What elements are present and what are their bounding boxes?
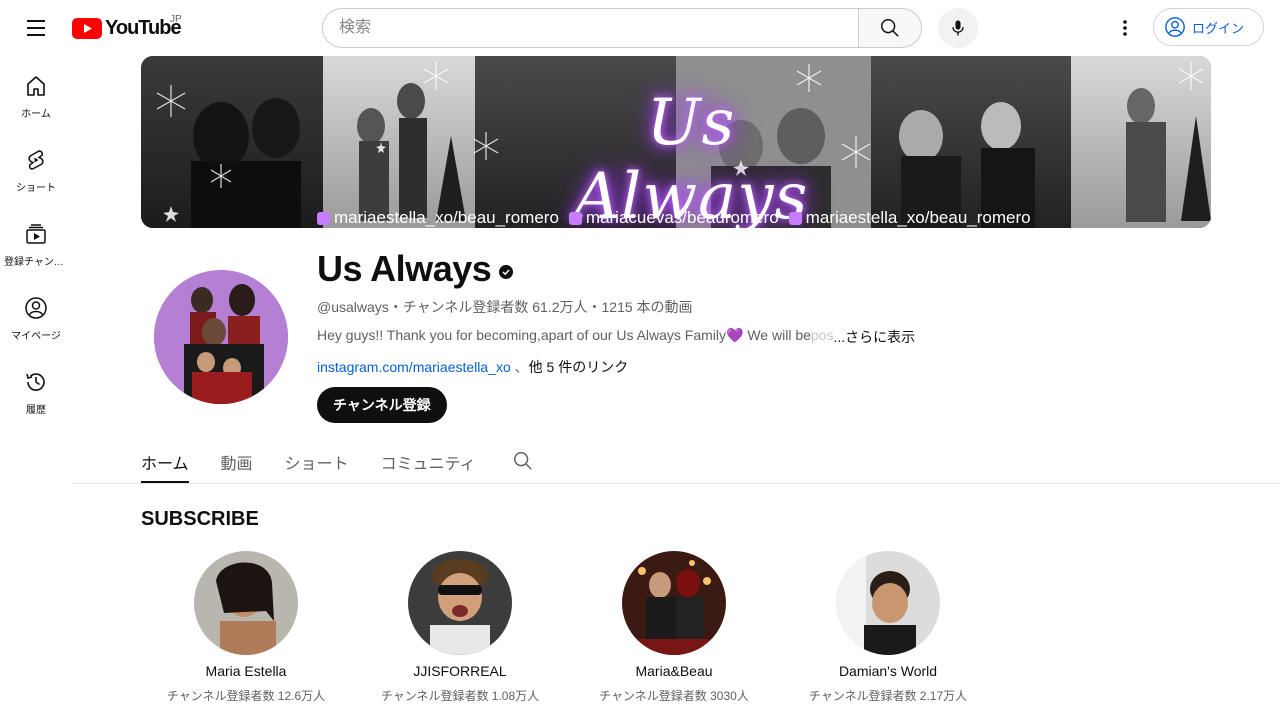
channel-name[interactable]: JJISFORREAL (413, 663, 506, 679)
account-circle-icon (1165, 17, 1185, 37)
channel-avatar[interactable] (836, 551, 940, 655)
channel-avatar[interactable] (408, 551, 512, 655)
search-bar (322, 8, 922, 48)
region-code: JP (170, 14, 182, 25)
avatar-photo (194, 551, 298, 655)
youtube-logo[interactable]: YouTube (72, 17, 182, 40)
channel-search-button[interactable] (512, 440, 534, 483)
checkmark-icon (502, 269, 510, 276)
voice-search-button[interactable] (938, 8, 978, 48)
tab-community[interactable]: コミュニティ (381, 440, 476, 483)
description-fade: pos (810, 327, 834, 343)
instagram-icon (317, 211, 330, 225)
channel-links: instagram.com/mariaestella_xo 、他 5 件のリンク (317, 357, 628, 377)
subscriptions-icon (26, 224, 46, 244)
tabs-divider (72, 483, 1280, 484)
avatar-photo (408, 551, 512, 655)
home-icon (27, 76, 45, 96)
description-text: Hey guys!! Thank you for becoming,apart … (317, 327, 811, 343)
avatar-photo (836, 551, 940, 655)
featured-channel-card: Maria Estella チャンネル登録者数 12.6万人 (139, 551, 353, 704)
avatar-photo (622, 551, 726, 655)
featured-channel-card: Maria&Beau チャンネル登録者数 3030人 (567, 551, 781, 704)
channel-avatar[interactable] (622, 551, 726, 655)
sidebar-item-home[interactable]: ホーム (0, 56, 72, 130)
search-input[interactable] (322, 8, 858, 48)
sidebar-item-you[interactable]: マイページ (0, 278, 72, 352)
sidebar: ホーム ショート 登録チャンネル マイページ 履歴 (0, 56, 72, 426)
you-icon (25, 297, 47, 319)
sidebar-item-label: 履歴 (26, 405, 46, 416)
section-title: SUBSCRIBE (141, 508, 259, 530)
history-icon (26, 373, 45, 391)
subscriber-count: チャンネル登録者数 12.6万人 (166, 689, 326, 703)
channel-tabs: ホーム 動画 ショート コミュニティ (141, 440, 534, 483)
microphone-icon (952, 20, 964, 36)
channel-name: Us Always (317, 248, 514, 290)
banner-handle: mariaestella_xo/beau_romero (788, 208, 1031, 228)
verified-badge-icon (499, 265, 514, 279)
login-label: ログイン (1192, 20, 1245, 36)
banner-handle: mariaestella_xo/beau_romero (317, 208, 559, 228)
youtube-play-icon (72, 18, 102, 39)
search-icon (881, 19, 899, 37)
channel-avatar[interactable] (194, 551, 298, 655)
tab-shorts[interactable]: ショート (285, 440, 349, 483)
search-icon (513, 452, 532, 470)
shorts-icon (28, 150, 44, 170)
sidebar-item-label: ホーム (21, 109, 51, 120)
channel-description[interactable]: Hey guys!! Thank you for becoming,apart … (317, 327, 915, 347)
banner-handle: mariacuevas/beauromero (568, 208, 779, 228)
other-links[interactable]: 他 5 件のリンク (529, 359, 629, 375)
channel-meta: @usalways・チャンネル登録者数 61.2万人・1215 本の動画 (317, 299, 693, 315)
sidebar-item-shorts[interactable]: ショート (0, 130, 72, 204)
channel-avatar (154, 270, 288, 404)
tab-videos[interactable]: 動画 (221, 440, 253, 483)
instagram-icon (788, 211, 802, 225)
banner-handle-text: mariaestella_xo/beau_romero (334, 208, 559, 227)
channel-name[interactable]: Maria Estella (206, 663, 287, 679)
tab-home[interactable]: ホーム (141, 440, 189, 483)
channel-banner: Us Always mariaestella_xo/beau_romero ma… (141, 56, 1211, 228)
channel-name[interactable]: Maria&Beau (635, 663, 712, 679)
settings-more-button[interactable] (1105, 8, 1145, 48)
link-separator: 、 (510, 359, 529, 375)
show-more-link[interactable]: ...さらに表示 (833, 327, 915, 347)
banner-handle-text: mariacuevas/beauromero (585, 208, 779, 227)
banner-title: Us Always (573, 86, 809, 228)
subscribe-button[interactable]: チャンネル登録 (317, 387, 447, 423)
snapchat-icon (568, 211, 582, 225)
top-bar: YouTube JP ログイン (0, 0, 1280, 56)
login-button[interactable]: ログイン (1153, 8, 1264, 46)
sidebar-item-label: ショート (16, 183, 56, 194)
channel-name-text: Us Always (317, 248, 492, 289)
banner-handle-text: mariaestella_xo/beau_romero (805, 208, 1031, 227)
sidebar-item-history[interactable]: 履歴 (0, 352, 72, 426)
featured-channel-card: Damian's World チャンネル登録者数 2.17万人 (781, 551, 995, 704)
sidebar-item-subscriptions[interactable]: 登録チャンネル (0, 204, 72, 278)
instagram-link[interactable]: instagram.com/mariaestella_xo (317, 359, 511, 375)
sidebar-item-label: マイページ (11, 331, 61, 342)
subscriber-count: チャンネル登録者数 3030人 (599, 689, 749, 703)
sidebar-item-label: 登録チャンネル (4, 257, 68, 268)
channel-name[interactable]: Damian's World (839, 663, 937, 679)
menu-icon[interactable] (16, 8, 56, 48)
banner-handles: mariaestella_xo/beau_romero mariacuevas/… (317, 208, 1031, 228)
more-vertical-icon (1123, 20, 1127, 36)
avatar-photo (154, 270, 288, 404)
search-button[interactable] (858, 8, 922, 48)
subscriber-count: チャンネル登録者数 2.17万人 (808, 689, 968, 703)
subscriber-count: チャンネル登録者数 1.08万人 (380, 689, 540, 703)
featured-channel-card: JJISFORREAL チャンネル登録者数 1.08万人 (353, 551, 567, 704)
